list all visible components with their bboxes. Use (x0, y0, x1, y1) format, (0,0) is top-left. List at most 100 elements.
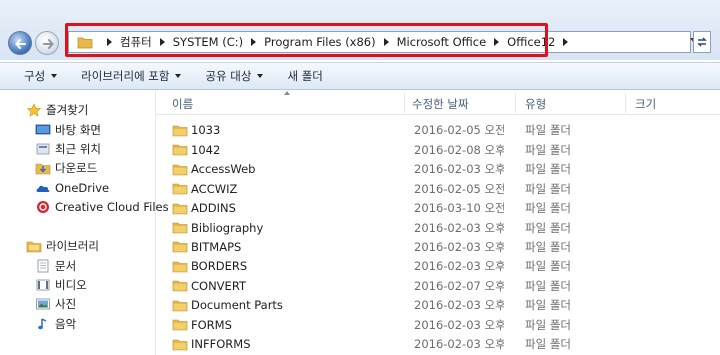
table-row[interactable]: BITMAPS 2016-02-03 오후... 파일 폴더 (157, 237, 720, 257)
table-row[interactable]: Bibliography 2016-02-03 오후... 파일 폴더 (157, 218, 720, 238)
nav-favorites-label: 즐겨찾기 (46, 103, 89, 117)
nav-pictures[interactable]: 사진 (35, 295, 76, 313)
file-type: 파일 폴더 (525, 239, 571, 254)
folder-icon (172, 222, 188, 234)
chevron-down-icon (257, 74, 264, 78)
cloud-icon (36, 185, 50, 192)
file-type: 파일 폴더 (525, 142, 571, 157)
nav-onedrive-label: OneDrive (55, 181, 110, 195)
folder-icon (172, 319, 188, 331)
file-modified-date: 2016-02-05 오전... (414, 181, 504, 196)
refresh-icon (697, 37, 707, 47)
file-name: INFFORMS (191, 337, 251, 352)
nav-music[interactable]: 음악 (35, 315, 76, 333)
arrow-right-icon (43, 39, 54, 49)
creative-cloud-icon (37, 201, 49, 213)
nav-pictures-label: 사진 (55, 297, 77, 311)
file-modified-date: 2016-03-10 오전... (414, 201, 504, 216)
chevron-down-icon (51, 74, 58, 78)
nav-creative-cloud[interactable]: Creative Cloud Files (35, 198, 169, 216)
column-header-row: 이름 수정한 날짜 유형 크기 (157, 91, 720, 115)
nav-desktop[interactable]: 바탕 화면 (35, 121, 101, 139)
folder-icon (172, 125, 188, 137)
file-modified-date: 2016-02-03 오후... (414, 162, 504, 177)
column-header-size[interactable]: 크기 (635, 96, 656, 112)
file-type: 파일 폴더 (525, 298, 571, 313)
nav-onedrive[interactable]: OneDrive (35, 179, 109, 197)
column-header-type[interactable]: 유형 (525, 96, 546, 112)
file-modified-date: 2016-02-03 오후... (414, 317, 504, 332)
table-row[interactable]: 1033 2016-02-05 오전... 파일 폴더 (157, 121, 720, 141)
recent-places-icon (36, 143, 50, 155)
nav-downloads-label: 다운로드 (55, 161, 98, 175)
share-with-label: 공유 대상 (205, 69, 252, 83)
picture-icon (36, 298, 50, 310)
table-row[interactable]: FORMS 2016-02-03 오후... 파일 폴더 (157, 315, 720, 335)
sort-ascending-icon (284, 91, 290, 95)
column-divider[interactable] (515, 93, 516, 113)
file-name: ACCWIZ (191, 181, 238, 196)
folder-icon (172, 300, 188, 312)
organize-label: 구성 (24, 69, 46, 83)
nav-videos-label: 비디오 (55, 278, 87, 292)
file-type: 파일 폴더 (525, 123, 571, 138)
file-modified-date: 2016-02-03 오후... (414, 220, 504, 235)
table-row[interactable]: AccessWeb 2016-02-03 오후... 파일 폴더 (157, 159, 720, 179)
folder-icon (172, 164, 188, 175)
file-type: 파일 폴더 (525, 317, 571, 332)
column-divider[interactable] (625, 93, 626, 113)
forward-button[interactable] (35, 31, 59, 55)
column-divider[interactable] (404, 93, 405, 113)
file-type: 파일 폴더 (525, 259, 571, 274)
document-icon (37, 259, 49, 273)
downloads-folder-icon (35, 163, 51, 175)
table-row[interactable]: ACCWIZ 2016-02-05 오전... 파일 폴더 (157, 179, 720, 199)
file-type: 파일 폴더 (525, 278, 571, 293)
folder-icon (172, 281, 188, 292)
nav-downloads[interactable]: 다운로드 (35, 159, 97, 177)
column-header-modified[interactable]: 수정한 날짜 (412, 96, 469, 112)
back-button[interactable] (8, 31, 32, 55)
file-name: BITMAPS (191, 239, 242, 254)
nav-documents[interactable]: 문서 (35, 257, 76, 275)
navigation-pane: 즐겨찾기 바탕 화면 최근 위치 다운로드 OneDrive Creative … (0, 91, 169, 355)
file-modified-date: 2016-02-03 오후... (414, 337, 504, 352)
table-row[interactable]: ADDINS 2016-03-10 오전... 파일 폴더 (157, 198, 720, 218)
column-header-name[interactable]: 이름 (172, 96, 193, 112)
file-modified-date: 2016-02-05 오전... (414, 123, 504, 138)
table-row[interactable]: CONVERT 2016-02-07 오후... 파일 폴더 (157, 276, 720, 296)
nav-libraries-label: 라이브러리 (46, 239, 99, 253)
desktop-icon (35, 124, 51, 135)
table-row[interactable]: 1042 2016-02-08 오후... 파일 폴더 (157, 140, 720, 160)
file-type: 파일 폴더 (525, 162, 571, 177)
address-region: 컴퓨터 SYSTEM (C:) Program Files (x86) Micr… (0, 0, 720, 60)
nav-creative-cloud-label: Creative Cloud Files (55, 200, 169, 214)
new-folder-label: 새 폴더 (287, 69, 323, 83)
file-name: Document Parts (191, 298, 283, 313)
file-modified-date: 2016-02-03 오후... (414, 298, 504, 313)
table-row[interactable]: BORDERS 2016-02-03 오후... 파일 폴더 (157, 257, 720, 277)
include-in-library-menu[interactable]: 라이브러리에 포함 (69, 62, 193, 90)
table-row[interactable]: INFFORMS 2016-02-03 오후... 파일 폴더 (157, 334, 720, 354)
nav-desktop-label: 바탕 화면 (55, 123, 101, 137)
nav-libraries[interactable]: 라이브러리 (26, 237, 99, 255)
breadcrumb-separator[interactable] (563, 38, 569, 46)
folder-icon (172, 261, 188, 273)
refresh-button[interactable] (693, 31, 711, 53)
nav-videos[interactable]: 비디오 (35, 276, 87, 294)
star-icon (26, 103, 42, 117)
new-folder-button[interactable]: 새 폴더 (275, 62, 334, 90)
file-name: ADDINS (191, 201, 236, 216)
share-with-menu[interactable]: 공유 대상 (193, 62, 275, 90)
music-note-icon (38, 318, 47, 330)
organize-menu[interactable]: 구성 (0, 62, 69, 90)
video-icon (36, 279, 50, 291)
table-row[interactable]: Document Parts 2016-02-03 오후... 파일 폴더 (157, 296, 720, 316)
file-modified-date: 2016-02-08 오후... (414, 142, 504, 157)
nav-favorites[interactable]: 즐겨찾기 (26, 101, 88, 119)
folder-icon (172, 183, 188, 195)
folder-icon (172, 339, 188, 350)
file-type: 파일 폴더 (525, 201, 571, 216)
file-type: 파일 폴더 (525, 220, 571, 235)
nav-recent[interactable]: 최근 위치 (35, 140, 101, 158)
